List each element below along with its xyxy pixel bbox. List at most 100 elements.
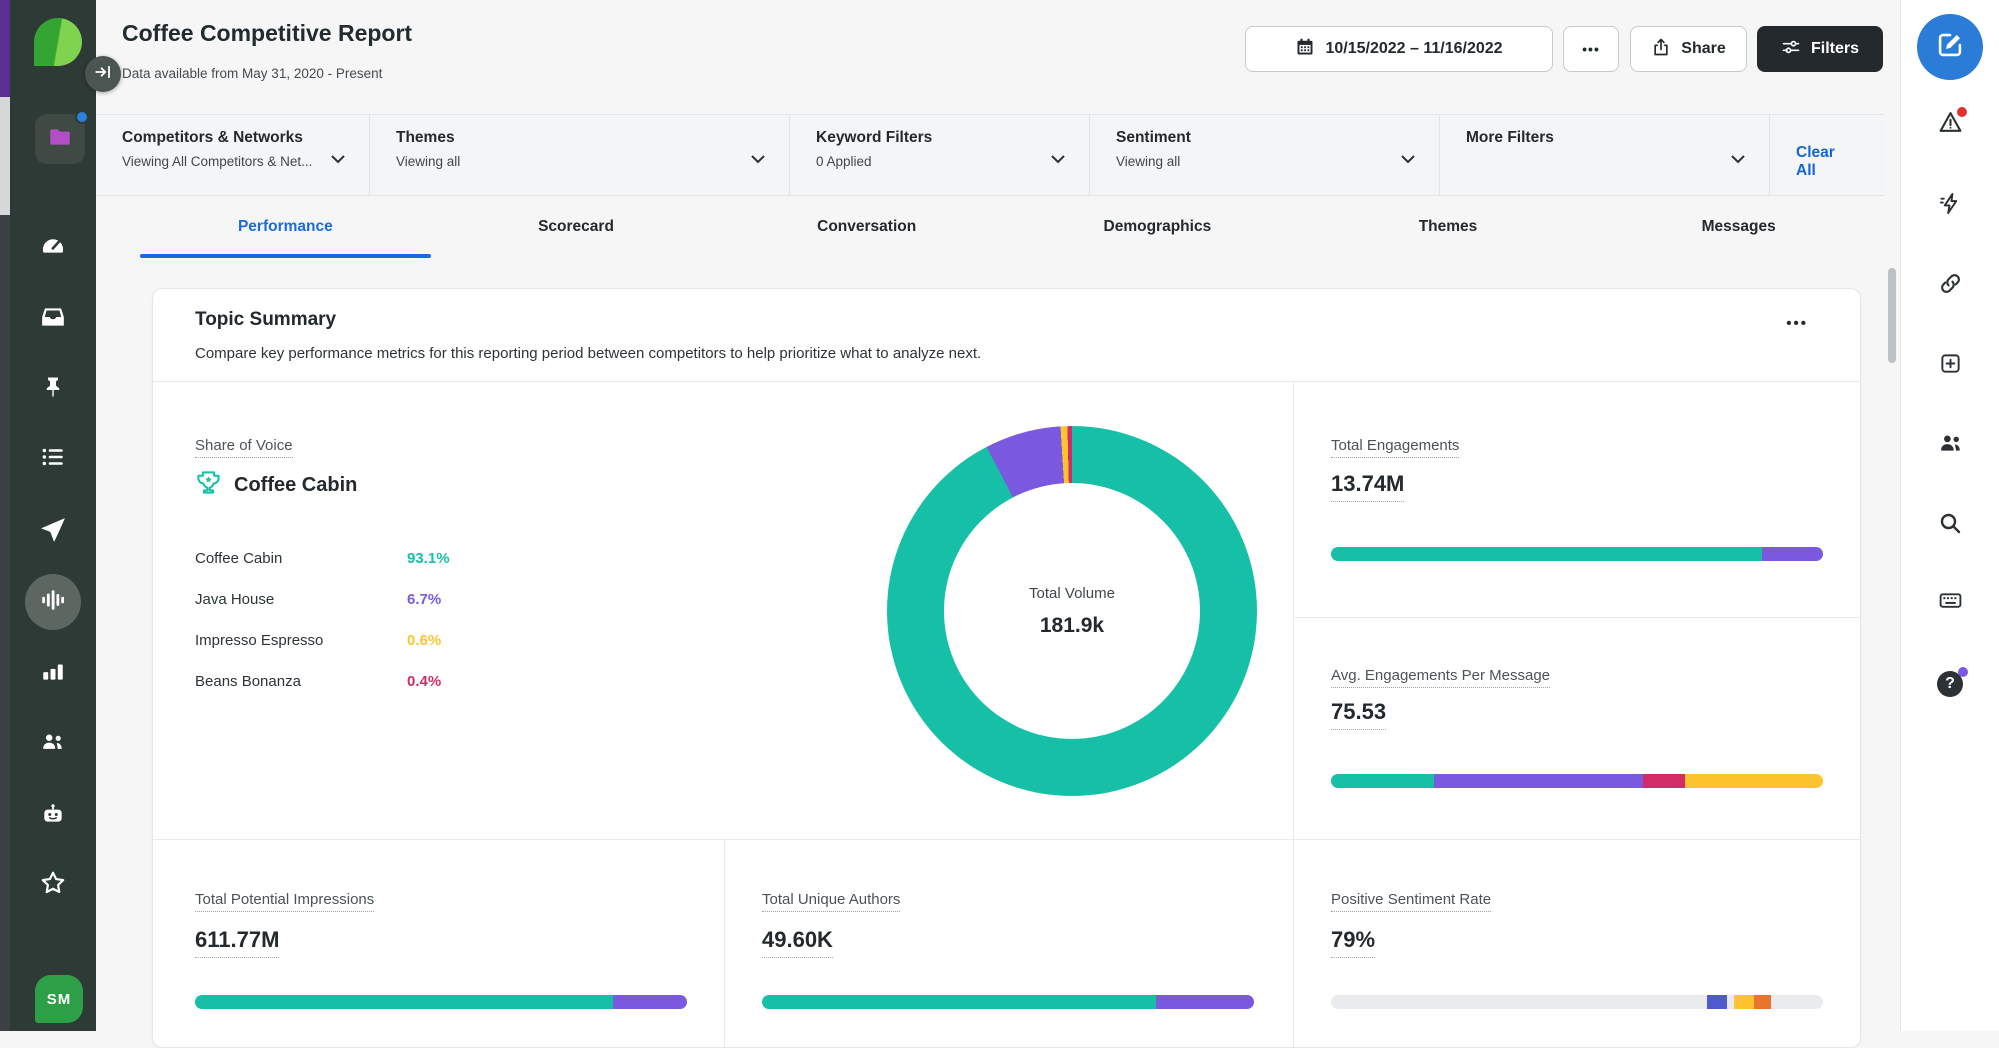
tab-themes[interactable]: Themes bbox=[1303, 196, 1594, 258]
collapse-arrow-icon bbox=[94, 63, 112, 86]
positive-sentiment-rate-label[interactable]: Positive Sentiment Rate bbox=[1331, 891, 1491, 912]
positive-sentiment-rate-value: 79% bbox=[1331, 927, 1375, 958]
quick-actions-button[interactable] bbox=[1933, 189, 1967, 223]
pin-icon bbox=[41, 375, 65, 404]
plus-square-icon bbox=[1939, 352, 1962, 380]
sidebar-item-folder[interactable] bbox=[35, 114, 85, 164]
filter-competitors-networks[interactable]: Competitors & Networks Viewing All Compe… bbox=[96, 115, 370, 195]
positive-sentiment-rate-bar bbox=[1331, 995, 1823, 1009]
compose-icon bbox=[1936, 31, 1964, 64]
total-unique-authors-bar bbox=[762, 995, 1254, 1009]
chevron-down-icon bbox=[1401, 151, 1415, 169]
sidebar-item-inbox[interactable] bbox=[33, 299, 73, 339]
page-title: Coffee Competitive Report bbox=[122, 20, 412, 47]
filter-bar: Competitors & Networks Viewing All Compe… bbox=[96, 114, 1884, 196]
notification-dot bbox=[75, 110, 89, 124]
search-button[interactable] bbox=[1933, 508, 1967, 542]
chevron-down-icon bbox=[331, 151, 345, 169]
alert-notification-dot bbox=[1957, 107, 1967, 117]
total-engagements-bar bbox=[1331, 547, 1823, 561]
page-subtitle: Data available from May 31, 2020 - Prese… bbox=[122, 66, 382, 81]
tab-messages[interactable]: Messages bbox=[1593, 196, 1884, 258]
sidebar-item-feeds[interactable] bbox=[33, 439, 73, 479]
donut-center: Total Volume 181.9k bbox=[944, 483, 1200, 739]
sidebar-collapse-button[interactable] bbox=[85, 56, 121, 92]
sliders-icon bbox=[1781, 37, 1801, 62]
list-icon bbox=[40, 444, 66, 475]
sidebar-item-listening-active[interactable] bbox=[25, 574, 81, 630]
waveform-icon bbox=[40, 587, 66, 618]
share-of-voice-winner: Coffee Cabin bbox=[195, 469, 357, 501]
sidebar-item-pinned[interactable] bbox=[33, 369, 73, 409]
add-new-button[interactable] bbox=[1933, 349, 1967, 383]
share-of-voice-legend: Coffee Cabin 93.1% Java House 6.7% Impre… bbox=[195, 547, 495, 711]
total-unique-authors-label[interactable]: Total Unique Authors bbox=[762, 891, 900, 912]
total-potential-impressions-label[interactable]: Total Potential Impressions bbox=[195, 891, 374, 912]
chevron-down-icon bbox=[751, 151, 765, 169]
tab-scorecard[interactable]: Scorecard bbox=[431, 196, 722, 258]
app-window: SM Coffee Competitive Report Data availa… bbox=[0, 0, 1999, 1031]
tab-performance[interactable]: Performance bbox=[140, 196, 431, 258]
tab-demographics[interactable]: Demographics bbox=[1012, 196, 1303, 258]
date-range-label: 10/15/2022 – 11/16/2022 bbox=[1325, 40, 1502, 58]
avg-engagements-bar bbox=[1331, 774, 1823, 788]
tab-conversation[interactable]: Conversation bbox=[721, 196, 1012, 258]
link-icon bbox=[1939, 272, 1962, 300]
filter-keyword-filters[interactable]: Keyword Filters 0 Applied bbox=[790, 115, 1090, 195]
user-avatar[interactable]: SM bbox=[35, 975, 83, 1023]
help-button[interactable]: ? bbox=[1933, 667, 1967, 701]
card-description: Compare key performance metrics for this… bbox=[195, 345, 981, 362]
topic-summary-card: Topic Summary Compare key performance me… bbox=[152, 288, 1861, 1048]
trophy-icon bbox=[195, 469, 222, 501]
invite-people-button[interactable] bbox=[1933, 428, 1967, 462]
filters-label: Filters bbox=[1811, 40, 1859, 58]
compose-button[interactable] bbox=[1917, 14, 1983, 80]
card-title: Topic Summary bbox=[195, 309, 336, 331]
alerts-button[interactable] bbox=[1933, 108, 1967, 142]
chevron-down-icon bbox=[1731, 151, 1745, 169]
bar-chart-icon bbox=[40, 658, 66, 689]
filter-more-filters[interactable]: More Filters bbox=[1440, 115, 1770, 195]
total-engagements-value: 13.74M bbox=[1331, 471, 1404, 502]
paper-plane-icon bbox=[40, 517, 66, 548]
total-engagements-label[interactable]: Total Engagements bbox=[1331, 437, 1459, 458]
sidebar-item-dashboard[interactable] bbox=[33, 227, 73, 267]
avg-engagements-value: 75.53 bbox=[1331, 699, 1386, 730]
folder-icon bbox=[47, 124, 73, 155]
total-potential-impressions-bar bbox=[195, 995, 687, 1009]
more-actions-button[interactable]: ••• bbox=[1563, 26, 1619, 72]
legend-row: Coffee Cabin 93.1% bbox=[195, 547, 495, 569]
right-sidebar: ? bbox=[1900, 0, 1999, 1031]
link-button[interactable] bbox=[1933, 269, 1967, 303]
avg-engagements-label[interactable]: Avg. Engagements Per Message bbox=[1331, 667, 1550, 688]
filters-button[interactable]: Filters bbox=[1757, 26, 1883, 72]
filter-themes[interactable]: Themes Viewing all bbox=[370, 115, 790, 195]
background-window-sliver bbox=[0, 0, 10, 1031]
total-potential-impressions-value: 611.77M bbox=[195, 927, 279, 958]
lightning-icon bbox=[1939, 192, 1962, 220]
report-tabs: Performance Scorecard Conversation Demog… bbox=[140, 196, 1884, 258]
share-icon bbox=[1651, 37, 1671, 62]
sidebar-item-reports[interactable] bbox=[33, 653, 73, 693]
sidebar-item-audience[interactable] bbox=[33, 723, 73, 763]
vertical-scrollbar[interactable] bbox=[1888, 268, 1896, 363]
keyboard-shortcuts-button[interactable] bbox=[1933, 586, 1967, 620]
help-notification-dot bbox=[1958, 667, 1968, 677]
donut-center-label: Total Volume bbox=[1029, 585, 1115, 602]
clear-all-link[interactable]: Clear All bbox=[1770, 115, 1884, 195]
donut-center-value: 181.9k bbox=[1040, 614, 1104, 638]
filter-sentiment[interactable]: Sentiment Viewing all bbox=[1090, 115, 1440, 195]
star-icon bbox=[40, 870, 66, 901]
sidebar-item-favorites[interactable] bbox=[33, 865, 73, 905]
date-range-button[interactable]: 10/15/2022 – 11/16/2022 bbox=[1245, 26, 1553, 72]
sidebar-item-bot[interactable] bbox=[33, 796, 73, 836]
sidebar-item-publishing[interactable] bbox=[33, 512, 73, 552]
legend-row: Java House 6.7% bbox=[195, 588, 495, 610]
inbox-icon bbox=[40, 304, 66, 335]
sprout-logo-icon[interactable] bbox=[34, 18, 82, 66]
chevron-down-icon bbox=[1051, 151, 1065, 169]
search-icon bbox=[1938, 511, 1962, 540]
share-button[interactable]: Share bbox=[1630, 26, 1747, 72]
share-of-voice-label[interactable]: Share of Voice bbox=[195, 437, 293, 458]
card-menu-button[interactable]: ••• bbox=[1786, 315, 1808, 332]
